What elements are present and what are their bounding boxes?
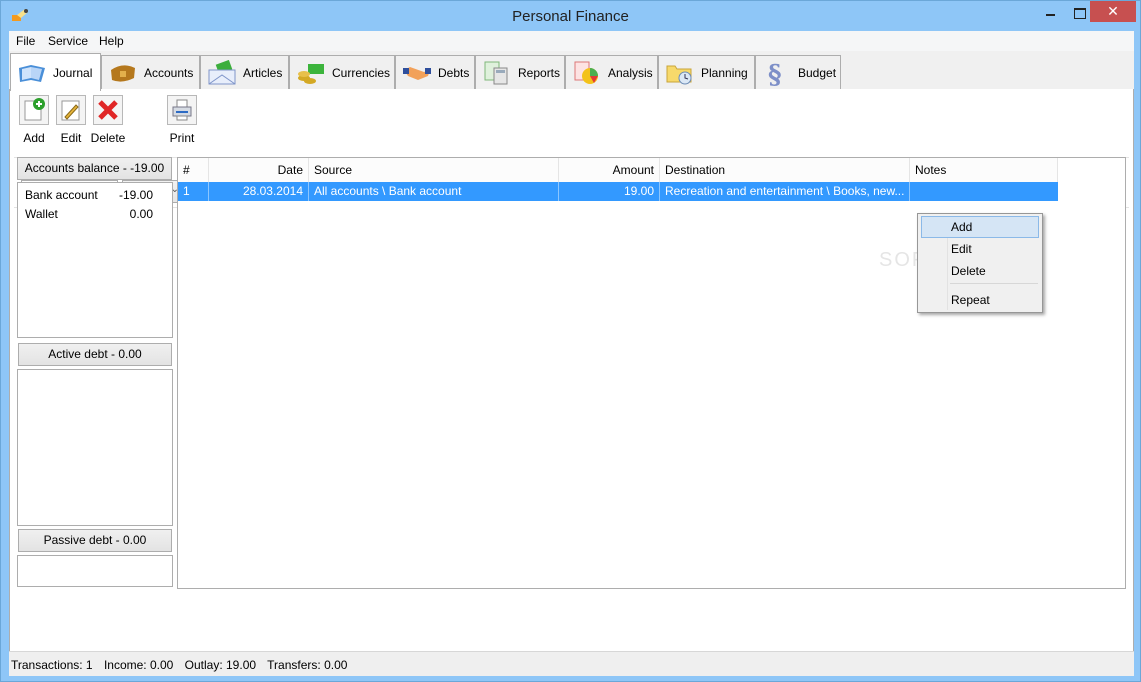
active-debt-list [17,369,173,526]
printer-icon [172,99,192,121]
menu-separator [950,283,1038,284]
tab-label: Journal [53,65,93,80]
app-window: Personal Finance ✕ File Service Help Jou… [0,0,1141,682]
account-name: Wallet [25,207,58,221]
balance-row[interactable]: Bank account -19.00 [25,188,153,202]
edit-label: Edit [60,131,82,145]
tab-label: Budget [798,65,837,80]
column-header-amount[interactable]: Amount [559,158,660,182]
account-name: Bank account [25,188,98,202]
tab-bar: Journal Accounts Articles Currencies Deb… [9,53,1134,111]
status-transactions: Transactions: 1 [11,658,93,672]
tab-journal[interactable]: Journal [10,53,101,91]
tab-reports[interactable]: Reports [475,55,565,89]
edit-button[interactable] [56,95,86,125]
column-header-destination[interactable]: Destination [660,158,910,182]
svg-text:§: § [768,60,782,86]
passive-debt-button[interactable]: Passive debt - 0.00 [18,529,172,552]
cell-notes [910,182,1058,201]
tab-analysis[interactable]: Analysis [565,55,658,89]
account-value: -19.00 [118,188,153,202]
folder-clock-icon [666,65,692,84]
menu-bar: File Service Help [9,31,1134,51]
book-icon [19,64,45,82]
menu-service[interactable]: Service [48,34,88,48]
tab-label: Reports [518,65,561,80]
calculator-report-icon [484,61,508,84]
context-menu-repeat[interactable]: Repeat [921,289,1039,311]
add-button[interactable] [19,95,49,125]
delete-button[interactable] [93,95,123,125]
add-document-icon [24,98,45,121]
cell-amount: 19.00 [559,182,660,201]
tab-label: Currencies [332,65,391,80]
delete-x-icon [98,100,118,120]
pencil-icon [61,100,80,121]
envelope-money-icon [208,59,236,84]
tab-accounts[interactable]: Accounts [101,55,200,89]
tab-label: Debts [438,65,470,80]
coins-icon [298,63,324,84]
passive-debt-list [17,555,173,587]
table-row[interactable]: 1 28.03.2014 All accounts \ Bank account… [178,182,1058,201]
context-menu-add[interactable]: Add [921,216,1039,238]
add-label: Add [23,131,45,145]
tab-articles[interactable]: Articles [200,55,289,89]
balance-row[interactable]: Wallet 0.00 [25,207,153,221]
cell-number: 1 [178,182,209,201]
status-income: Income: 0.00 [103,658,174,672]
tab-debts[interactable]: Debts [395,55,475,89]
handshake-icon [403,66,431,80]
delete-label: Delete [90,131,126,145]
tab-planning[interactable]: Planning [658,55,755,89]
paragraph-icon: § [768,60,782,86]
account-value: 0.00 [129,207,153,221]
window-title: Personal Finance [512,8,629,25]
title-bar: Personal Finance ✕ [1,1,1140,31]
minimize-button[interactable] [1036,1,1064,22]
cell-date: 28.03.2014 [209,182,309,201]
tab-label: Analysis [608,65,653,80]
accounts-balance-list: Bank account -19.00 Wallet 0.00 [17,182,173,338]
context-menu-edit[interactable]: Edit [921,238,1039,260]
column-header-number[interactable]: # [178,158,209,182]
print-button[interactable] [167,95,197,125]
column-header-notes[interactable]: Notes [910,158,1058,182]
tab-budget[interactable]: § Budget [755,55,841,89]
context-menu: Add Edit Delete Repeat [917,213,1043,313]
active-debt-button[interactable]: Active debt - 0.00 [18,343,172,366]
menu-file[interactable]: File [16,34,35,48]
menu-help[interactable]: Help [99,34,124,48]
column-header-source[interactable]: Source [309,158,559,182]
cell-source: All accounts \ Bank account [309,182,559,201]
print-label: Print [169,131,195,145]
wallet-icon [111,64,135,82]
tab-label: Articles [243,65,283,80]
column-header-date[interactable]: Date [209,158,309,182]
status-outlay: Outlay: 19.00 [184,658,257,672]
tab-label: Accounts [144,65,194,80]
status-bar: Transactions: 1 Income: 0.00 Outlay: 19.… [9,651,1134,676]
client-area: File Service Help Journal Accounts Artic… [9,31,1134,676]
cell-destination: Recreation and entertainment \ Books, ne… [660,182,910,201]
status-transfers: Transfers: 0.00 [267,658,348,672]
maximize-button[interactable] [1065,1,1093,22]
tab-label: Planning [701,65,748,80]
context-menu-delete[interactable]: Delete [921,260,1039,282]
tab-currencies[interactable]: Currencies [289,55,395,89]
pie-chart-icon [574,61,598,84]
accounts-balance-button[interactable]: Accounts balance - -19.00 [17,157,172,180]
close-button[interactable]: ✕ [1090,1,1136,22]
